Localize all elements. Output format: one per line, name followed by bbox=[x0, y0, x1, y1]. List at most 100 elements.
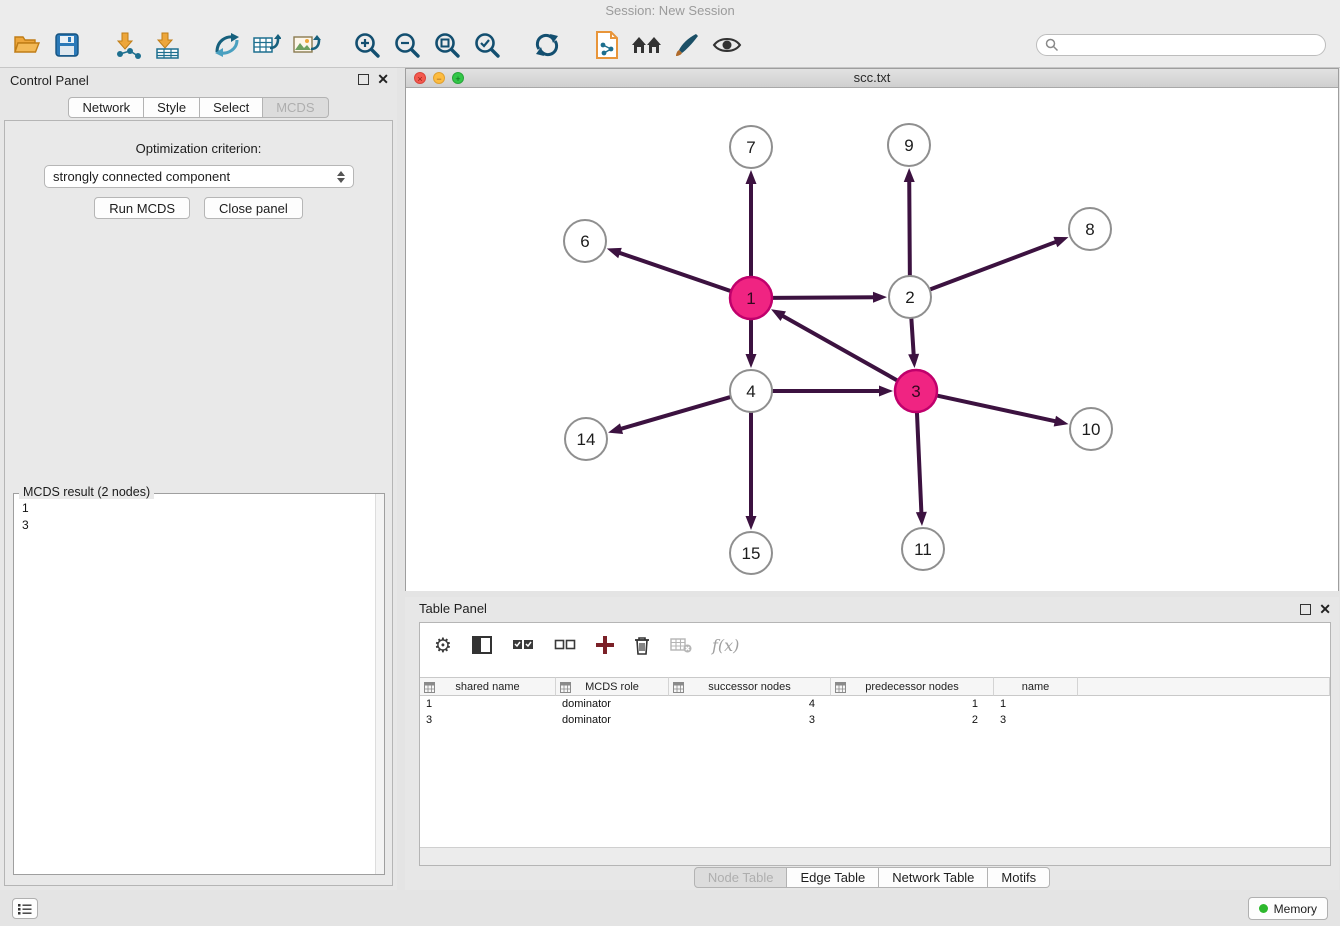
result-scrollbar[interactable] bbox=[375, 494, 384, 874]
network-share-icon[interactable] bbox=[210, 28, 244, 62]
graph-edge-2-3[interactable] bbox=[908, 319, 919, 368]
show-column-panel-icon[interactable] bbox=[472, 636, 492, 654]
table-panel-close-button[interactable]: ✕ bbox=[1319, 602, 1331, 616]
control-panel-float-button[interactable] bbox=[358, 74, 369, 85]
graph-node-10[interactable]: 10 bbox=[1070, 408, 1112, 450]
search-input[interactable] bbox=[1059, 36, 1325, 54]
graph-edge-1-2[interactable] bbox=[773, 292, 887, 303]
close-panel-button[interactable]: Close panel bbox=[204, 197, 303, 219]
show-panels-button[interactable] bbox=[12, 898, 38, 919]
cell-successor-nodes[interactable]: 4 bbox=[669, 696, 831, 712]
zoom-in-icon[interactable] bbox=[350, 28, 384, 62]
mcds-result-area[interactable]: 1 3 bbox=[13, 493, 385, 875]
graph-node-7[interactable]: 7 bbox=[730, 126, 772, 168]
graph-edge-4-15[interactable] bbox=[746, 413, 757, 530]
column-header-predecessor-nodes[interactable]: predecessor nodes bbox=[831, 677, 994, 696]
zoom-out-icon[interactable] bbox=[390, 28, 424, 62]
tab-node-table[interactable]: Node Table bbox=[694, 867, 788, 888]
graph-edge-2-9[interactable] bbox=[904, 168, 915, 275]
table-settings-icon[interactable]: ⚙ bbox=[434, 635, 452, 655]
tab-edge-table[interactable]: Edge Table bbox=[787, 867, 879, 888]
column-header-shared-name[interactable]: shared name bbox=[420, 677, 556, 696]
graph-edge-3-10[interactable] bbox=[937, 396, 1068, 427]
run-mcds-button[interactable]: Run MCDS bbox=[94, 197, 190, 219]
graph-edge-2-8[interactable] bbox=[931, 237, 1069, 289]
open-session-icon[interactable] bbox=[10, 28, 44, 62]
cell-mcds-role[interactable]: dominator bbox=[556, 712, 669, 728]
cell-name[interactable]: 3 bbox=[994, 712, 1078, 728]
graph-node-15[interactable]: 15 bbox=[730, 532, 772, 574]
graph-node-4[interactable]: 4 bbox=[730, 370, 772, 412]
graph-edge-4-3[interactable] bbox=[773, 386, 893, 397]
select-all-rows-icon[interactable] bbox=[512, 637, 534, 653]
graph-edge-4-14[interactable] bbox=[608, 397, 730, 434]
tab-motifs[interactable]: Motifs bbox=[988, 867, 1050, 888]
criterion-dropdown[interactable]: strongly connected component bbox=[44, 165, 354, 188]
table-horizontal-scrollbar[interactable] bbox=[420, 847, 1330, 865]
tab-style[interactable]: Style bbox=[144, 97, 200, 118]
network-window-titlebar[interactable]: × − + scc.txt bbox=[406, 69, 1338, 88]
import-table-icon[interactable] bbox=[150, 28, 184, 62]
deselect-all-rows-icon[interactable] bbox=[554, 637, 576, 653]
cell-name[interactable]: 1 bbox=[994, 696, 1078, 712]
search-box[interactable] bbox=[1036, 34, 1326, 56]
window-close-icon[interactable]: × bbox=[414, 72, 426, 84]
tab-network[interactable]: Network bbox=[68, 97, 144, 118]
graph-node-11[interactable]: 11 bbox=[902, 528, 944, 570]
cell-shared-name[interactable]: 3 bbox=[420, 712, 556, 728]
control-panel-close-button[interactable]: ✕ bbox=[377, 72, 389, 86]
graph-node-3[interactable]: 3 bbox=[895, 370, 937, 412]
mcds-panel-content: Optimization criterion: strongly connect… bbox=[4, 120, 393, 886]
table-row[interactable]: 1 dominator 4 1 1 bbox=[420, 696, 1330, 712]
main-toolbar bbox=[0, 22, 1340, 68]
column-header-successor-nodes[interactable]: successor nodes bbox=[669, 677, 831, 696]
cell-shared-name[interactable]: 1 bbox=[420, 696, 556, 712]
svg-text:6: 6 bbox=[580, 232, 589, 251]
home-networks-icon[interactable] bbox=[630, 28, 664, 62]
column-header-mcds-role[interactable]: MCDS role bbox=[556, 677, 669, 696]
style-paint-icon[interactable] bbox=[670, 28, 704, 62]
application-window: Session: New Session bbox=[0, 0, 1340, 926]
table-row[interactable]: 3 dominator 3 2 3 bbox=[420, 712, 1330, 728]
graph-edge-1-7[interactable] bbox=[746, 170, 757, 276]
cell-successor-nodes[interactable]: 3 bbox=[669, 712, 831, 728]
column-type-icon bbox=[560, 682, 571, 693]
graph-edge-3-1[interactable] bbox=[771, 309, 897, 380]
add-column-icon[interactable] bbox=[596, 636, 614, 654]
column-header-name[interactable]: name bbox=[994, 677, 1078, 696]
graph-node-9[interactable]: 9 bbox=[888, 124, 930, 166]
tab-select[interactable]: Select bbox=[200, 97, 263, 118]
first-neighbors-icon[interactable] bbox=[590, 28, 624, 62]
graph-node-2[interactable]: 2 bbox=[889, 276, 931, 318]
table-panel: Table Panel ✕ ⚙ bbox=[405, 597, 1339, 890]
cell-predecessor-nodes[interactable]: 1 bbox=[831, 696, 994, 712]
network-canvas[interactable]: 7 9 6 8 1 2 4 3 14 10 15 11 bbox=[406, 88, 1338, 591]
zoom-fit-icon[interactable] bbox=[430, 28, 464, 62]
graph-node-8[interactable]: 8 bbox=[1069, 208, 1111, 250]
tab-mcds[interactable]: MCDS bbox=[263, 97, 328, 118]
column-type-icon bbox=[835, 682, 846, 693]
graph-node-1[interactable]: 1 bbox=[730, 277, 772, 319]
export-table-icon[interactable] bbox=[250, 28, 284, 62]
import-network-icon[interactable] bbox=[110, 28, 144, 62]
graph-edge-1-4[interactable] bbox=[746, 320, 757, 368]
tab-network-table[interactable]: Network Table bbox=[879, 867, 988, 888]
graph-edge-3-11[interactable] bbox=[916, 413, 927, 526]
zoom-selected-icon[interactable] bbox=[470, 28, 504, 62]
cell-predecessor-nodes[interactable]: 2 bbox=[831, 712, 994, 728]
toggle-visibility-icon[interactable] bbox=[710, 28, 744, 62]
save-session-icon[interactable] bbox=[50, 28, 84, 62]
window-minimize-icon[interactable]: − bbox=[433, 72, 445, 84]
refresh-layout-icon[interactable] bbox=[530, 28, 564, 62]
cell-mcds-role[interactable]: dominator bbox=[556, 696, 669, 712]
window-maximize-icon[interactable]: + bbox=[452, 72, 464, 84]
graph-node-6[interactable]: 6 bbox=[564, 220, 606, 262]
delete-table-icon[interactable] bbox=[670, 637, 692, 653]
graph-edge-1-6[interactable] bbox=[607, 248, 730, 291]
delete-column-icon[interactable] bbox=[634, 636, 650, 655]
table-panel-float-button[interactable] bbox=[1300, 604, 1311, 615]
export-image-icon[interactable] bbox=[290, 28, 324, 62]
memory-button[interactable]: Memory bbox=[1248, 897, 1328, 920]
graph-node-14[interactable]: 14 bbox=[565, 418, 607, 460]
function-builder-icon[interactable]: f(x) bbox=[712, 636, 739, 655]
